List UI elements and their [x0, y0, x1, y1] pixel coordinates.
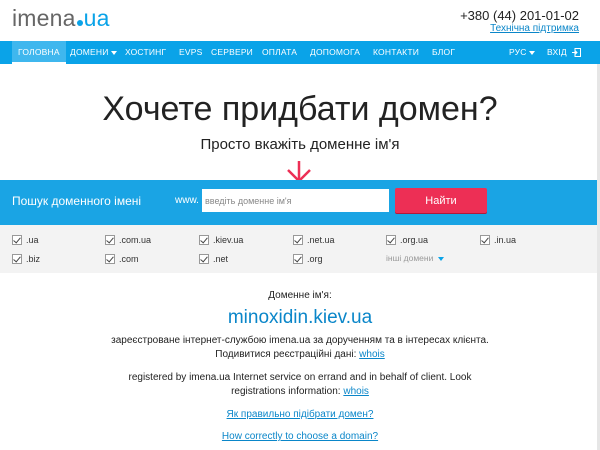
zone-checkbox[interactable]: .org.ua: [386, 234, 428, 246]
result-text-en-1: registered by imena.ua Internet service …: [128, 372, 472, 383]
help-link-ua[interactable]: Як правильно підібрати домен?: [227, 409, 374, 420]
language-label: РУС: [509, 47, 527, 57]
nav-item-payment[interactable]: ОПЛАТА: [262, 41, 297, 64]
zone-checkbox[interactable]: .org: [293, 253, 323, 265]
logo-suffix: ua: [83, 5, 110, 31]
result-text-en-2: registrations information: whois: [0, 385, 600, 398]
support-link[interactable]: Технічна підтримка: [490, 23, 579, 34]
result-text-en-2-label: registrations information:: [231, 386, 341, 397]
result-text-ua-2-label: Подивитися реєстраційні дані:: [215, 349, 357, 360]
site-header: imena ua +380 (44) 201-01-02 Технічна під…: [0, 0, 600, 41]
checkbox-checked-icon: [105, 253, 115, 264]
checkbox-checked-icon: [105, 234, 115, 245]
nav-item-domains[interactable]: ДОМЕНИ: [70, 41, 117, 64]
chevron-down-icon: [438, 256, 445, 261]
nav-item-domains-label: ДОМЕНИ: [70, 47, 109, 57]
zone-label: .com: [119, 254, 139, 264]
checkbox-checked-icon: [199, 253, 209, 264]
login-label: ВХІД: [547, 47, 567, 57]
www-prefix: www.: [175, 195, 199, 206]
checkbox-checked-icon: [293, 253, 303, 264]
help-link-ua-row: Як правильно підібрати домен?: [0, 408, 600, 421]
chevron-down-icon: [110, 50, 117, 55]
zone-checkbox[interactable]: .net: [199, 253, 228, 265]
language-switch[interactable]: РУС: [509, 41, 535, 64]
zone-checkbox[interactable]: .com.ua: [105, 234, 151, 246]
zone-checkbox[interactable]: .com: [105, 253, 139, 265]
zone-checkbox[interactable]: .kiev.ua: [199, 234, 243, 246]
result-label: Доменне ім'я:: [268, 290, 332, 301]
checkbox-checked-icon: [293, 234, 303, 245]
zone-label: .org: [307, 254, 323, 264]
zone-label: .biz: [26, 254, 41, 264]
domain-search-bar: Пошук доменного імені www. Найти: [0, 180, 600, 225]
logo-dot: [76, 20, 83, 26]
result-text-ua-1: зареєстроване інтернет-службою imena.ua …: [111, 335, 489, 346]
zone-label: .ua: [26, 235, 39, 245]
checkbox-checked-icon: [12, 253, 22, 264]
other-zones-toggle[interactable]: інші домени: [386, 253, 445, 263]
zone-checkbox[interactable]: .ua: [12, 234, 39, 246]
other-zones-label: інші домени: [386, 253, 434, 263]
find-button[interactable]: Найти: [395, 188, 487, 213]
logo-text: imena: [12, 5, 76, 31]
zone-checkbox[interactable]: .biz: [12, 253, 40, 265]
whois-link-en[interactable]: whois: [343, 386, 369, 397]
chevron-down-icon: [528, 50, 535, 55]
zone-label: .net: [213, 254, 229, 264]
checkbox-checked-icon: [386, 234, 396, 245]
login-link[interactable]: ВХІД: [547, 41, 582, 64]
nav-item-contacts[interactable]: КОНТАКТИ: [373, 41, 419, 64]
zone-label: .in.ua: [494, 235, 517, 245]
phone-number: +380 (44) 201-01-02: [460, 8, 579, 23]
domain-zones-panel: .ua .com.ua .kiev.ua .net.ua .org.ua .in…: [0, 225, 600, 273]
checkbox-checked-icon: [480, 234, 490, 245]
help-link-en[interactable]: How correctly to choose a domain?: [222, 431, 378, 442]
result-text-ua-2: Подивитися реєстраційні дані: whois: [0, 348, 600, 361]
checkbox-checked-icon: [199, 234, 209, 245]
whois-result: Доменне ім'я: minoxidin.kiev.ua зареєстр…: [0, 273, 600, 450]
zone-label: .com.ua: [119, 235, 152, 245]
page-title: Хочете придбати домен?: [102, 90, 498, 128]
help-link-en-row: How correctly to choose a domain?: [0, 430, 600, 443]
main-nav: ГОЛОВНА ДОМЕНИ ХОСТИНГ eVPS СЕРВЕРИ ОПЛА…: [0, 41, 600, 64]
result-domain: minoxidin.kiev.ua: [227, 307, 373, 328]
checkbox-checked-icon: [12, 234, 22, 245]
domain-search-input[interactable]: [202, 189, 389, 212]
login-icon: [572, 48, 582, 58]
zone-label: .kiev.ua: [213, 235, 244, 245]
nav-item-blog[interactable]: БЛОГ: [432, 41, 455, 64]
nav-item-evps[interactable]: eVPS: [179, 41, 202, 64]
site-logo[interactable]: imena ua: [12, 5, 110, 32]
nav-item-home[interactable]: ГОЛОВНА: [12, 41, 66, 64]
nav-item-servers[interactable]: СЕРВЕРИ: [211, 41, 253, 64]
zone-checkbox[interactable]: .net.ua: [293, 234, 335, 246]
nav-item-help[interactable]: ДОПОМОГА: [310, 41, 360, 64]
zone-checkbox[interactable]: .in.ua: [480, 234, 516, 246]
zone-label: .org.ua: [400, 235, 429, 245]
nav-item-hosting[interactable]: ХОСТИНГ: [125, 41, 166, 64]
whois-link-ua[interactable]: whois: [359, 349, 385, 360]
zone-label: .net.ua: [307, 235, 335, 245]
search-label: Пошук доменного імені: [12, 194, 142, 208]
page-subtitle: Просто вкажіть доменне ім'я: [200, 136, 400, 153]
